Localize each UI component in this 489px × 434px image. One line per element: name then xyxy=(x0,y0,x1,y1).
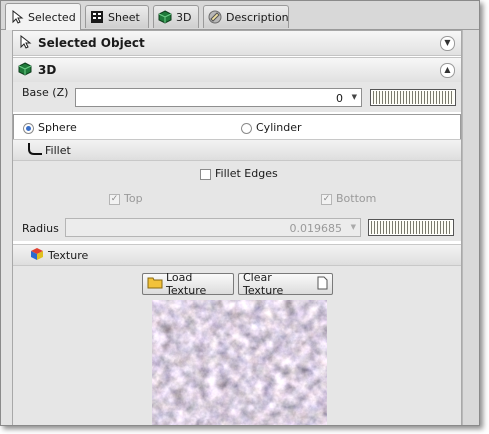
cube-icon xyxy=(18,61,32,79)
base-value: 0 xyxy=(336,92,343,105)
radius-value: 0.019685 xyxy=(289,222,343,235)
chevron-up-icon[interactable]: ▲ xyxy=(440,63,455,78)
top-checkbox: ✓ xyxy=(109,193,120,205)
right-margin-bar xyxy=(462,30,479,425)
properties-panel: Selected Object ▼ 3D ▲ Base (Z) 0 ▼ Sphe… xyxy=(12,30,462,425)
shape-selector: Sphere Cylinder xyxy=(13,114,461,140)
top-option: ✓ Top xyxy=(109,192,143,205)
three-d-header[interactable]: 3D ▲ xyxy=(13,57,461,83)
fillet-icon xyxy=(27,142,43,159)
tab-bar: Selected Sheet 3D Description xyxy=(1,1,479,30)
selected-object-title: Selected Object xyxy=(38,36,145,50)
sphere-label: Sphere xyxy=(38,121,77,134)
tab-selected-label: Selected xyxy=(28,10,76,24)
texture-header: Texture xyxy=(13,244,461,266)
tab-selected[interactable]: Selected xyxy=(5,3,81,30)
tab-description-label: Description xyxy=(226,10,289,24)
chevron-down-icon[interactable]: ▼ xyxy=(440,36,455,51)
dropdown-arrow-icon: ▼ xyxy=(350,223,356,231)
base-row: Base (Z) 0 ▼ xyxy=(13,82,461,112)
texture-cube-icon xyxy=(30,247,44,264)
radius-spinner[interactable] xyxy=(368,219,454,236)
fillet-header: Fillet xyxy=(13,139,461,161)
clear-texture-label: Clear Texture xyxy=(243,271,284,297)
properties-window: Selected Sheet 3D Description Selected O… xyxy=(0,0,480,426)
base-label: Base (Z) xyxy=(22,86,69,99)
base-spinner[interactable] xyxy=(370,89,456,106)
bottom-checkbox: ✓ xyxy=(321,193,332,205)
fillet-edges-option[interactable]: Fillet Edges xyxy=(200,167,278,180)
bottom-label: Bottom xyxy=(336,192,377,205)
blank-page-icon xyxy=(317,276,328,293)
radius-combo: 0.019685 ▼ xyxy=(65,218,361,237)
cube-icon xyxy=(158,10,172,24)
cursor-icon xyxy=(18,34,32,52)
tab-sheet-label: Sheet xyxy=(108,10,140,24)
sheet-icon xyxy=(90,10,104,24)
dropdown-arrow-icon: ▼ xyxy=(351,93,357,101)
cylinder-option[interactable]: Cylinder xyxy=(241,121,302,134)
cylinder-radio[interactable] xyxy=(241,122,252,134)
selected-object-header[interactable]: Selected Object ▼ xyxy=(13,31,461,56)
top-label: Top xyxy=(124,192,143,205)
fillet-title: Fillet xyxy=(45,143,71,157)
cylinder-label: Cylinder xyxy=(256,121,302,134)
texture-title: Texture xyxy=(48,248,89,262)
folder-icon xyxy=(147,276,163,292)
fillet-body: Fillet Edges ✓ Top ✓ Bottom Radius 0.01968… xyxy=(13,161,461,241)
fillet-edges-label: Fillet Edges xyxy=(215,167,278,180)
description-icon xyxy=(208,10,222,24)
sphere-radio[interactable] xyxy=(23,122,34,134)
radius-label: Radius xyxy=(22,222,59,235)
sphere-option[interactable]: Sphere xyxy=(23,121,77,134)
base-combo[interactable]: 0 ▼ xyxy=(75,88,362,107)
tab-3d[interactable]: 3D xyxy=(153,5,199,28)
tab-description[interactable]: Description xyxy=(203,5,289,28)
three-d-title: 3D xyxy=(38,63,57,77)
texture-preview xyxy=(152,300,327,425)
bottom-option: ✓ Bottom xyxy=(321,192,376,205)
fillet-edges-checkbox[interactable] xyxy=(200,168,211,180)
clear-texture-button[interactable]: Clear Texture xyxy=(238,271,333,297)
load-texture-label: Load Texture xyxy=(166,271,207,297)
tab-sheet[interactable]: Sheet xyxy=(85,5,149,28)
tab-3d-label: 3D xyxy=(176,10,192,24)
cursor-icon xyxy=(10,9,24,24)
load-texture-button[interactable]: Load Texture xyxy=(142,271,234,297)
texture-body: Load Texture Clear Texture xyxy=(13,266,461,425)
